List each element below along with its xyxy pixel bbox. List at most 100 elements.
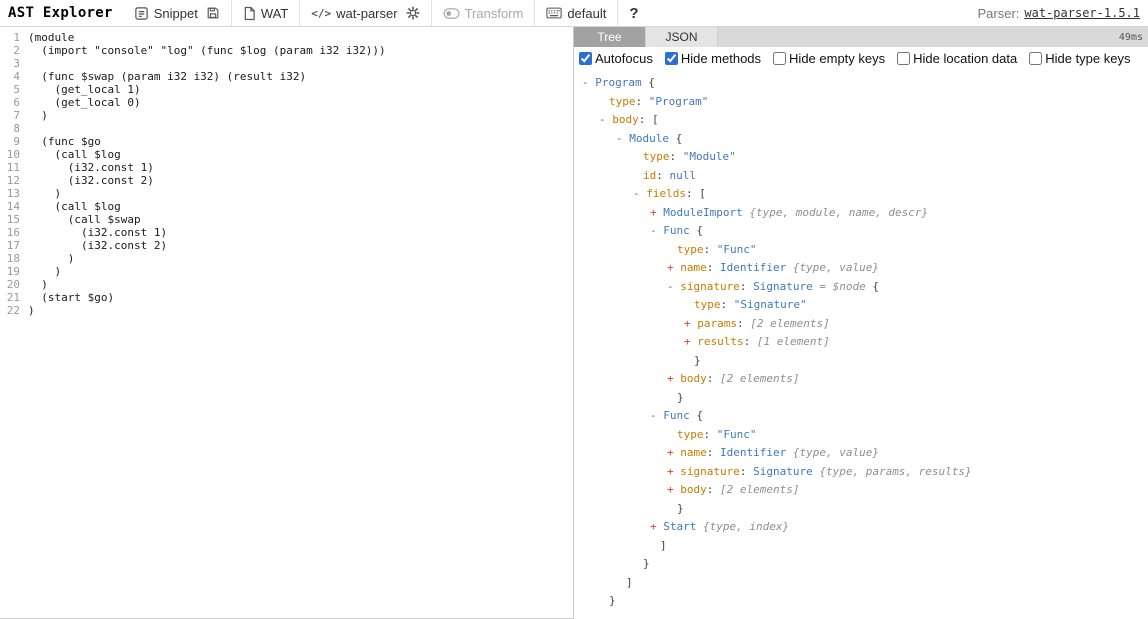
collapse-marker[interactable]: - (650, 224, 663, 237)
node-name[interactable]: Program (595, 76, 641, 89)
tree-line[interactable]: + name: Identifier {type, value} (574, 259, 1148, 278)
tree-line[interactable]: ] (574, 574, 1148, 593)
code-line[interactable]: 6 (get_local 0) (0, 96, 573, 109)
tree-line[interactable]: type: "Module" (574, 148, 1148, 167)
tree-line[interactable]: } (574, 352, 1148, 371)
tree-line[interactable]: + Start {type, index} (574, 518, 1148, 537)
tree-line[interactable]: + name: Identifier {type, value} (574, 444, 1148, 463)
snippet-button[interactable]: Snippet (130, 0, 202, 26)
option-hide-methods[interactable]: Hide methods (665, 51, 761, 66)
code-line[interactable]: 9 (func $go (0, 135, 573, 148)
tree-line[interactable]: - signature: Signature = $node { (574, 278, 1148, 297)
collapse-marker[interactable]: - (667, 280, 680, 293)
code-line[interactable]: 8 (0, 122, 573, 135)
expand-marker[interactable]: + (667, 483, 680, 496)
tree-line[interactable]: + results: [1 element] (574, 333, 1148, 352)
code-editor[interactable]: 1(module2 (import "console" "log" (func … (0, 27, 574, 619)
code-line[interactable]: 19 ) (0, 265, 573, 278)
expand-marker[interactable]: + (667, 465, 680, 478)
node-name[interactable]: Identifier (720, 446, 786, 459)
code-line[interactable]: 1(module (0, 31, 573, 44)
node-name[interactable]: Identifier (720, 261, 786, 274)
code-line[interactable]: 20 ) (0, 278, 573, 291)
tab-tree[interactable]: Tree (574, 27, 646, 47)
tree-line[interactable]: - Func { (574, 407, 1148, 426)
option-hide-type-keys-checkbox[interactable] (1029, 52, 1042, 65)
expand-marker[interactable]: + (650, 206, 663, 219)
tree-line[interactable]: type: "Func" (574, 426, 1148, 445)
expand-marker[interactable]: + (684, 317, 697, 330)
code-line[interactable]: 17 (i32.const 2) (0, 239, 573, 252)
tree-line[interactable]: type: "Program" (574, 93, 1148, 112)
option-hide-methods-checkbox[interactable] (665, 52, 678, 65)
transform-toggle[interactable]: Transform (439, 0, 528, 26)
tree-line[interactable]: } (574, 389, 1148, 408)
node-name[interactable]: ModuleImport (663, 206, 742, 219)
expand-marker[interactable]: + (667, 446, 680, 459)
code-line[interactable]: 13 ) (0, 187, 573, 200)
node-name[interactable]: Signature (753, 465, 813, 478)
tree-line[interactable]: - Func { (574, 222, 1148, 241)
node-name[interactable]: Func (663, 224, 690, 237)
node-name[interactable]: Module (629, 132, 669, 145)
tree-line[interactable]: } (574, 500, 1148, 519)
tree-line[interactable]: type: "Signature" (574, 296, 1148, 315)
code-line[interactable]: 11 (i32.const 1) (0, 161, 573, 174)
keymap-button[interactable]: default (542, 0, 610, 26)
help-button[interactable]: ? (625, 0, 642, 26)
tree-line[interactable]: - fields: [ (574, 185, 1148, 204)
code-line[interactable]: 10 (call $log (0, 148, 573, 161)
collapse-marker[interactable]: - (633, 187, 646, 200)
code-line[interactable]: 3 (0, 57, 573, 70)
option-hide-empty-keys[interactable]: Hide empty keys (773, 51, 885, 66)
parser-settings-button[interactable] (402, 0, 424, 26)
code-line[interactable]: 15 (call $swap (0, 213, 573, 226)
collapse-marker[interactable]: - (582, 76, 595, 89)
code-line[interactable]: 7 ) (0, 109, 573, 122)
tree-line[interactable]: + params: [2 elements] (574, 315, 1148, 334)
code-line[interactable]: 21 (start $go) (0, 291, 573, 304)
option-autofocus-checkbox[interactable] (579, 52, 592, 65)
collapse-marker[interactable]: - (599, 113, 612, 126)
parser-version-link[interactable]: wat-parser-1.5.1 (1024, 6, 1140, 20)
tree-line[interactable]: - Module { (574, 130, 1148, 149)
code-line[interactable]: 16 (i32.const 1) (0, 226, 573, 239)
language-button[interactable]: WAT (239, 0, 292, 26)
tree-line[interactable]: } (574, 555, 1148, 574)
expand-marker[interactable]: + (684, 335, 697, 348)
tree-line[interactable]: + body: [2 elements] (574, 481, 1148, 500)
expand-marker[interactable]: + (650, 520, 663, 533)
save-button[interactable] (202, 0, 224, 26)
collapse-marker[interactable]: - (616, 132, 629, 145)
node-name[interactable]: Signature (753, 280, 813, 293)
code-line[interactable]: 18 ) (0, 252, 573, 265)
tree-line[interactable]: type: "Func" (574, 241, 1148, 260)
tree-line[interactable]: id: null (574, 167, 1148, 186)
option-hide-location-data-checkbox[interactable] (897, 52, 910, 65)
option-autofocus[interactable]: Autofocus (579, 51, 653, 66)
code-line[interactable]: 14 (call $log (0, 200, 573, 213)
option-hide-type-keys[interactable]: Hide type keys (1029, 51, 1130, 66)
code-line[interactable]: 2 (import "console" "log" (func $log (pa… (0, 44, 573, 57)
tree-line[interactable]: - body: [ (574, 111, 1148, 130)
app-logo[interactable]: AST Explorer (8, 5, 113, 21)
code-line[interactable]: 22) (0, 304, 573, 317)
tree-line[interactable]: + body: [2 elements] (574, 370, 1148, 389)
tree-line[interactable]: + signature: Signature {type, params, re… (574, 463, 1148, 482)
collapse-marker[interactable]: - (650, 409, 663, 422)
code-line[interactable]: 4 (func $swap (param i32 i32) (result i3… (0, 70, 573, 83)
option-hide-location-data[interactable]: Hide location data (897, 51, 1017, 66)
option-hide-empty-keys-checkbox[interactable] (773, 52, 786, 65)
parser-button[interactable]: </> wat-parser (307, 0, 401, 26)
code-line[interactable]: 12 (i32.const 2) (0, 174, 573, 187)
tab-json[interactable]: JSON (646, 27, 718, 47)
expand-marker[interactable]: + (667, 372, 680, 385)
tree-line[interactable]: ] (574, 537, 1148, 556)
tree-line[interactable]: - Program { (574, 74, 1148, 93)
tree-line[interactable]: } (574, 592, 1148, 611)
expand-marker[interactable]: + (667, 261, 680, 274)
node-name[interactable]: Start (663, 520, 696, 533)
code-line[interactable]: 5 (get_local 1) (0, 83, 573, 96)
tree-line[interactable]: + ModuleImport {type, module, name, desc… (574, 204, 1148, 223)
node-name[interactable]: Func (663, 409, 690, 422)
